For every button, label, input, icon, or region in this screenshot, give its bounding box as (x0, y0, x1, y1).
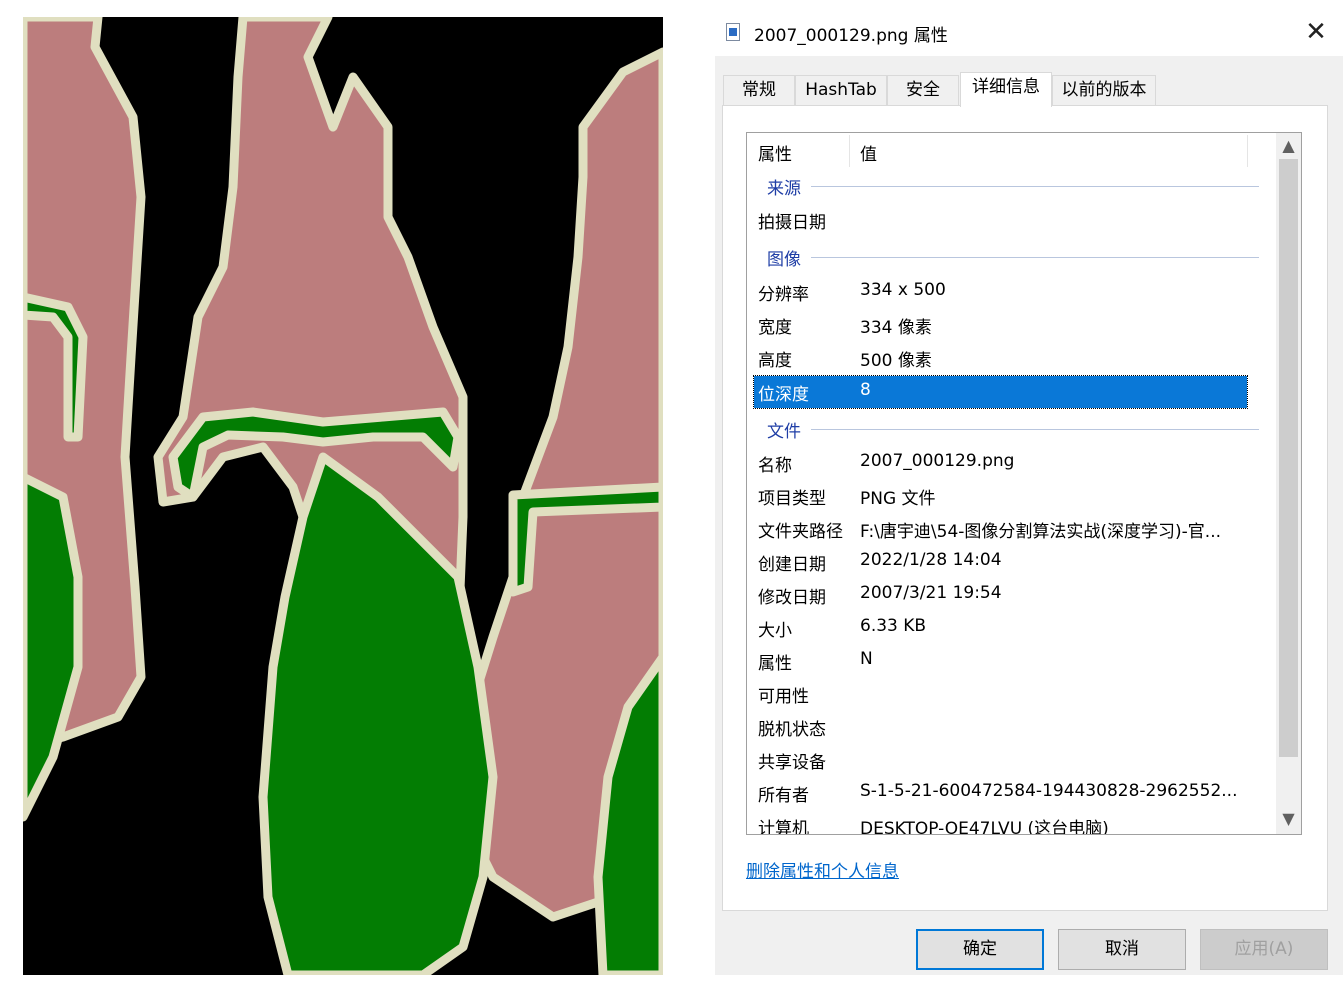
property-row[interactable]: 共享设备 (754, 744, 1247, 776)
properties-dialog: 2007_000129.png 属性 ✕ 常规 HashTab 安全 详细信息 … (715, 12, 1343, 975)
property-row[interactable]: 文件夹路径 F:\唐宇迪\54-图像分割算法实战(深度学习)-官... (754, 513, 1247, 545)
property-row[interactable]: 创建日期 2022/1/28 14:04 (754, 546, 1247, 578)
property-row[interactable]: 可用性 (754, 678, 1247, 710)
group-label: 图像 (767, 245, 807, 270)
property-value: DESKTOP-OE47LVU (这台电脑) (860, 819, 1109, 835)
property-row[interactable]: 属性 N (754, 645, 1247, 677)
property-list[interactable]: 属性 值 来源 拍摄日期 图像 分辨率 334 x 500 宽度 334 像素 … (746, 132, 1302, 835)
segmentation-mask-graphic (18, 12, 668, 980)
scroll-up-arrow-icon[interactable]: ▲ (1276, 133, 1301, 159)
property-key: 属性 (758, 654, 792, 674)
tab-details[interactable]: 详细信息 (960, 72, 1052, 107)
property-row[interactable]: 修改日期 2007/3/21 19:54 (754, 579, 1247, 611)
cancel-button[interactable]: 取消 (1058, 929, 1186, 970)
property-key: 高度 (758, 351, 792, 371)
property-value: 334 像素 (860, 318, 932, 338)
property-key: 修改日期 (758, 588, 826, 608)
group-label: 文件 (767, 417, 807, 442)
column-header-value[interactable]: 值 (860, 140, 877, 165)
close-button[interactable]: ✕ (1299, 18, 1333, 48)
scroll-thumb[interactable] (1279, 159, 1298, 757)
property-row[interactable]: 名称 2007_000129.png (754, 447, 1247, 479)
property-value: 2007_000129.png (860, 451, 1015, 471)
remove-properties-link[interactable]: 删除属性和个人信息 (746, 857, 899, 882)
property-key: 位深度 (758, 385, 809, 405)
list-header: 属性 值 (747, 133, 1276, 171)
tab-strip: 常规 HashTab 安全 详细信息 以前的版本 (723, 72, 1343, 107)
ok-button[interactable]: 确定 (916, 929, 1044, 970)
dialog-title: 2007_000129.png 属性 (754, 26, 948, 46)
vertical-scrollbar[interactable]: ▲ ▼ (1276, 133, 1301, 834)
tab-hashtab[interactable]: HashTab (795, 75, 887, 106)
property-key: 大小 (758, 621, 792, 641)
property-key: 拍摄日期 (758, 213, 826, 233)
property-key: 所有者 (758, 786, 809, 806)
property-key: 创建日期 (758, 555, 826, 575)
group-header-image: 图像 (763, 244, 1259, 270)
segmentation-mask-image (18, 12, 668, 980)
property-value: 2007/3/21 19:54 (860, 583, 1002, 603)
property-value: S-1-5-21-600472584-194430828-2962552... (860, 781, 1238, 801)
property-key: 脱机状态 (758, 720, 826, 740)
property-value: 8 (860, 380, 871, 400)
group-divider (811, 186, 1259, 187)
property-row[interactable]: 宽度 334 像素 (754, 309, 1247, 341)
apply-button[interactable]: 应用(A) (1200, 929, 1328, 970)
property-value: F:\唐宇迪\54-图像分割算法实战(深度学习)-官... (860, 522, 1222, 542)
property-row-selected[interactable]: 位深度 8 (753, 375, 1248, 409)
group-header-file: 文件 (763, 416, 1259, 442)
property-row[interactable]: 大小 6.33 KB (754, 612, 1247, 644)
property-row[interactable]: 高度 500 像素 (754, 342, 1247, 374)
property-key: 宽度 (758, 318, 792, 338)
property-key: 计算机 (758, 819, 809, 835)
group-label: 来源 (767, 174, 807, 199)
property-value: 334 x 500 (860, 280, 946, 300)
tab-general[interactable]: 常规 (723, 75, 795, 106)
column-divider[interactable] (1247, 135, 1248, 167)
property-key: 项目类型 (758, 489, 826, 509)
property-row[interactable]: 拍摄日期 (754, 204, 1247, 236)
property-row[interactable]: 计算机 DESKTOP-OE47LVU (这台电脑) (754, 810, 1247, 835)
property-value: N (860, 649, 873, 669)
title-bar: 2007_000129.png 属性 ✕ (715, 12, 1343, 56)
property-row[interactable]: 分辨率 334 x 500 (754, 276, 1247, 308)
details-panel: 属性 值 来源 拍摄日期 图像 分辨率 334 x 500 宽度 334 像素 … (722, 105, 1328, 911)
column-divider[interactable] (849, 135, 850, 167)
group-divider (811, 257, 1259, 258)
property-key: 文件夹路径 (758, 522, 843, 542)
property-key: 分辨率 (758, 285, 809, 305)
png-file-icon (726, 23, 740, 41)
property-value: 2022/1/28 14:04 (860, 550, 1002, 570)
tab-previous-versions[interactable]: 以前的版本 (1052, 75, 1156, 106)
property-value: 6.33 KB (860, 616, 927, 636)
property-key: 共享设备 (758, 753, 826, 773)
property-value: PNG 文件 (860, 489, 936, 509)
property-row[interactable]: 项目类型 PNG 文件 (754, 480, 1247, 512)
property-value: 500 像素 (860, 351, 932, 371)
property-row[interactable]: 所有者 S-1-5-21-600472584-194430828-2962552… (754, 777, 1247, 809)
column-header-property[interactable]: 属性 (758, 140, 792, 165)
property-key: 名称 (758, 456, 792, 476)
group-header-source: 来源 (763, 173, 1259, 199)
property-row[interactable]: 脱机状态 (754, 711, 1247, 743)
scroll-down-arrow-icon[interactable]: ▼ (1276, 806, 1301, 832)
property-key: 可用性 (758, 687, 809, 707)
tab-security[interactable]: 安全 (887, 75, 959, 106)
group-divider (811, 429, 1259, 430)
